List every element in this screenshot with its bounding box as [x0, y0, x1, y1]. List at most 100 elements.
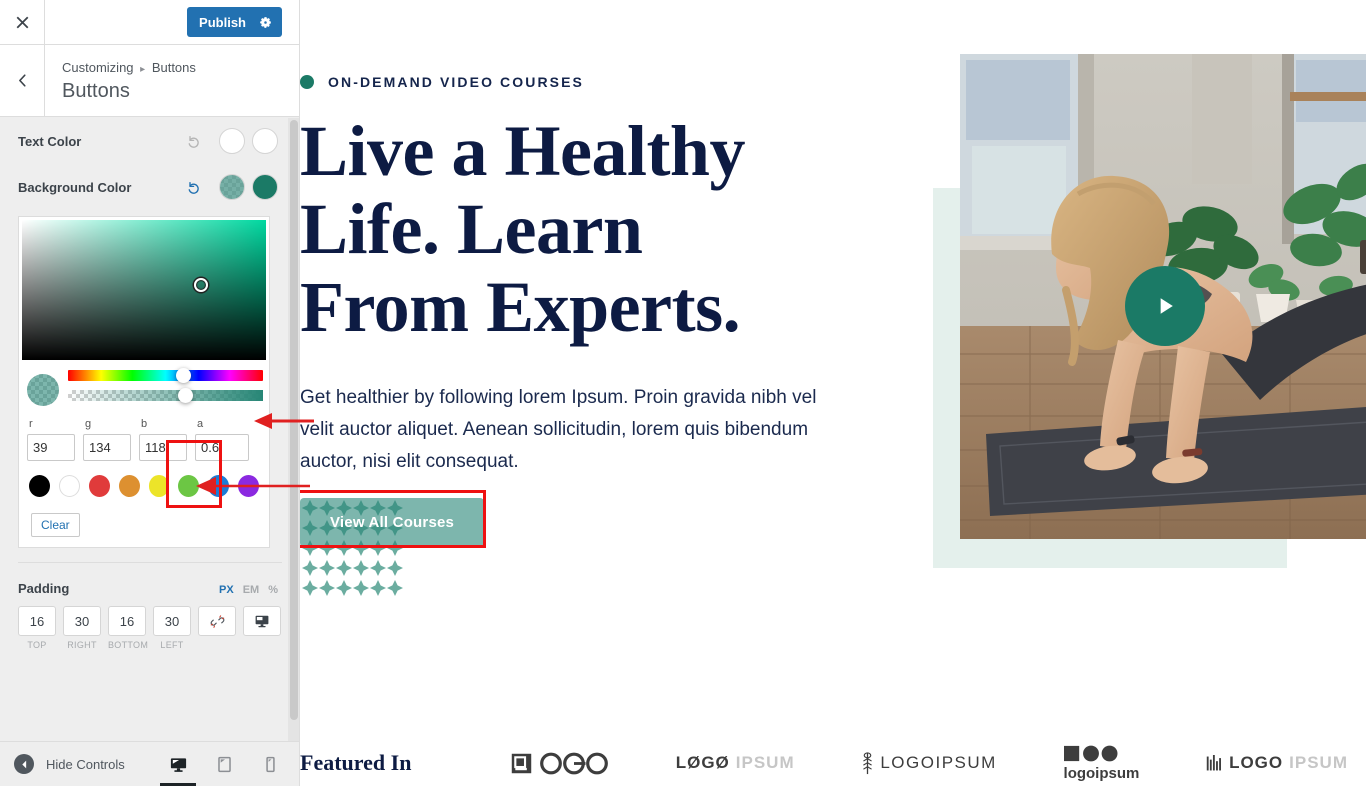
preset-swatch[interactable] [29, 475, 50, 497]
customizer-panel: Publish Customizing ▸ Buttons Buttons Te… [0, 0, 300, 786]
padding-bottom-input[interactable] [108, 606, 146, 636]
padding-right-input[interactable] [63, 606, 101, 636]
featured-in-bar: Featured In LØGØ IPSUM LOGOIPSUM logoips… [300, 740, 1366, 786]
clear-color-button[interactable]: Clear [31, 513, 80, 537]
text-color-swatch-default[interactable] [252, 128, 278, 154]
device-desktop-button[interactable] [160, 742, 196, 786]
b-label: b [141, 418, 148, 430]
panel-scrollbar-thumb[interactable] [290, 120, 298, 720]
g-label: g [85, 418, 92, 430]
eyebrow: ON-DEMAND VIDEO COURSES [300, 74, 584, 90]
padding-device-button[interactable] [243, 606, 281, 636]
desktop-icon [255, 615, 269, 628]
color-preview-dot [27, 374, 59, 406]
padding-cell-right: RIGHT [63, 606, 101, 650]
logo-shapes-icon [1063, 745, 1118, 761]
undo-icon [188, 181, 199, 194]
desktop-icon [170, 757, 186, 772]
a-input[interactable] [195, 434, 249, 461]
color-preview-overlay [27, 374, 59, 406]
logo-item[interactable]: logoipsum [1063, 745, 1140, 782]
publish-button[interactable]: Publish [187, 7, 282, 37]
preset-swatch[interactable] [148, 475, 170, 497]
back-button[interactable] [0, 45, 45, 116]
r-input[interactable] [27, 434, 75, 461]
device-tablet-button[interactable] [212, 742, 236, 786]
device-preview-buttons [160, 742, 299, 786]
gear-icon[interactable] [258, 15, 273, 30]
preset-swatch[interactable] [118, 475, 140, 497]
padding-left-input[interactable] [153, 606, 191, 636]
padding-header: Padding PX EM % [0, 563, 299, 596]
link-values-button[interactable] [198, 606, 236, 636]
view-all-courses-button[interactable]: View All Courses [300, 498, 485, 547]
hide-controls-button[interactable]: Hide Controls [0, 754, 166, 774]
logo-item[interactable]: LOGO IPSUM [1206, 753, 1348, 773]
padding-cell-top: TOP [18, 606, 56, 650]
padding-cell-left: LEFT [153, 606, 191, 650]
logo-list: LØGØ IPSUM LOGOIPSUM logoipsum LOGO IPSU… [510, 745, 1366, 782]
preset-swatch[interactable] [238, 475, 259, 497]
rgba-inputs-row: r g b a [19, 410, 269, 461]
rgba-field-b: b [139, 418, 187, 461]
text-color-swatch-current[interactable] [219, 128, 245, 154]
logo-ogo-icon [540, 752, 608, 774]
logo-text-light: IPSUM [1289, 753, 1348, 772]
logo-item[interactable]: LØGØ IPSUM [676, 753, 795, 773]
broken-link-icon [210, 614, 224, 628]
device-mobile-button[interactable] [258, 742, 282, 786]
hue-slider[interactable] [68, 368, 263, 383]
breadcrumb-parent[interactable]: Customizing [62, 60, 134, 75]
customizer-header: Publish [0, 0, 299, 45]
page-title: Buttons [62, 80, 130, 103]
slider-column [68, 368, 263, 410]
logo-wheat-icon [863, 751, 873, 774]
padding-cell-bottom: BOTTOM [108, 606, 148, 650]
alpha-slider[interactable] [68, 388, 263, 403]
customizer-footer: Hide Controls [0, 741, 299, 786]
background-color-swatch-default[interactable] [252, 174, 278, 200]
padding-left-label: LEFT [160, 640, 184, 650]
site-preview: ON-DEMAND VIDEO COURSES Live a Healthy L… [300, 0, 1366, 786]
logo-text: logoipsum [1063, 764, 1140, 782]
g-input[interactable] [83, 434, 131, 461]
play-button[interactable] [1125, 266, 1205, 346]
preset-swatch[interactable] [58, 475, 80, 497]
close-customizer-button[interactable] [0, 0, 45, 44]
alpha-slider-handle[interactable] [178, 388, 193, 403]
a-label: a [197, 418, 204, 430]
logo-item[interactable]: LOGOIPSUM [861, 751, 996, 776]
rgba-field-a: a [195, 418, 249, 461]
eyebrow-text: ON-DEMAND VIDEO COURSES [328, 74, 584, 90]
play-icon [1160, 298, 1173, 314]
logo-item[interactable] [510, 752, 609, 775]
breadcrumb: Customizing ▸ Buttons [62, 59, 196, 77]
eyebrow-dot-icon [300, 75, 314, 89]
panel-scrollbar-track[interactable] [288, 118, 299, 741]
saturation-pointer[interactable] [194, 278, 208, 292]
unit-em[interactable]: EM [243, 584, 260, 596]
unit-percent[interactable]: % [268, 584, 278, 596]
tablet-icon [217, 756, 231, 772]
preset-swatch[interactable] [178, 475, 200, 497]
padding-top-input[interactable] [18, 606, 56, 636]
control-background-color: Background Color [0, 164, 299, 210]
saturation-area[interactable] [22, 220, 266, 360]
preset-swatch[interactable] [208, 475, 230, 497]
unit-toggles: PX EM % [219, 584, 278, 596]
reset-text-color-button[interactable] [184, 131, 204, 151]
background-color-swatch-current[interactable] [219, 174, 245, 200]
section-header: Customizing ▸ Buttons Buttons [0, 45, 299, 117]
background-color-swatch-overlay [220, 175, 244, 199]
reset-background-color-button[interactable] [184, 177, 204, 197]
logo-text-dark: LOGO [1229, 753, 1284, 772]
padding-top-label: TOP [27, 640, 47, 650]
chevron-left-icon [18, 74, 26, 87]
customizer-body: Text Color Background Color r 39 g 134 b… [0, 118, 299, 741]
hue-slider-handle[interactable] [176, 368, 192, 383]
b-input[interactable] [139, 434, 187, 461]
rgba-field-g: g [83, 418, 131, 461]
alpha-gradient [68, 390, 263, 401]
unit-px[interactable]: PX [219, 584, 234, 596]
preset-swatch[interactable] [88, 475, 110, 497]
